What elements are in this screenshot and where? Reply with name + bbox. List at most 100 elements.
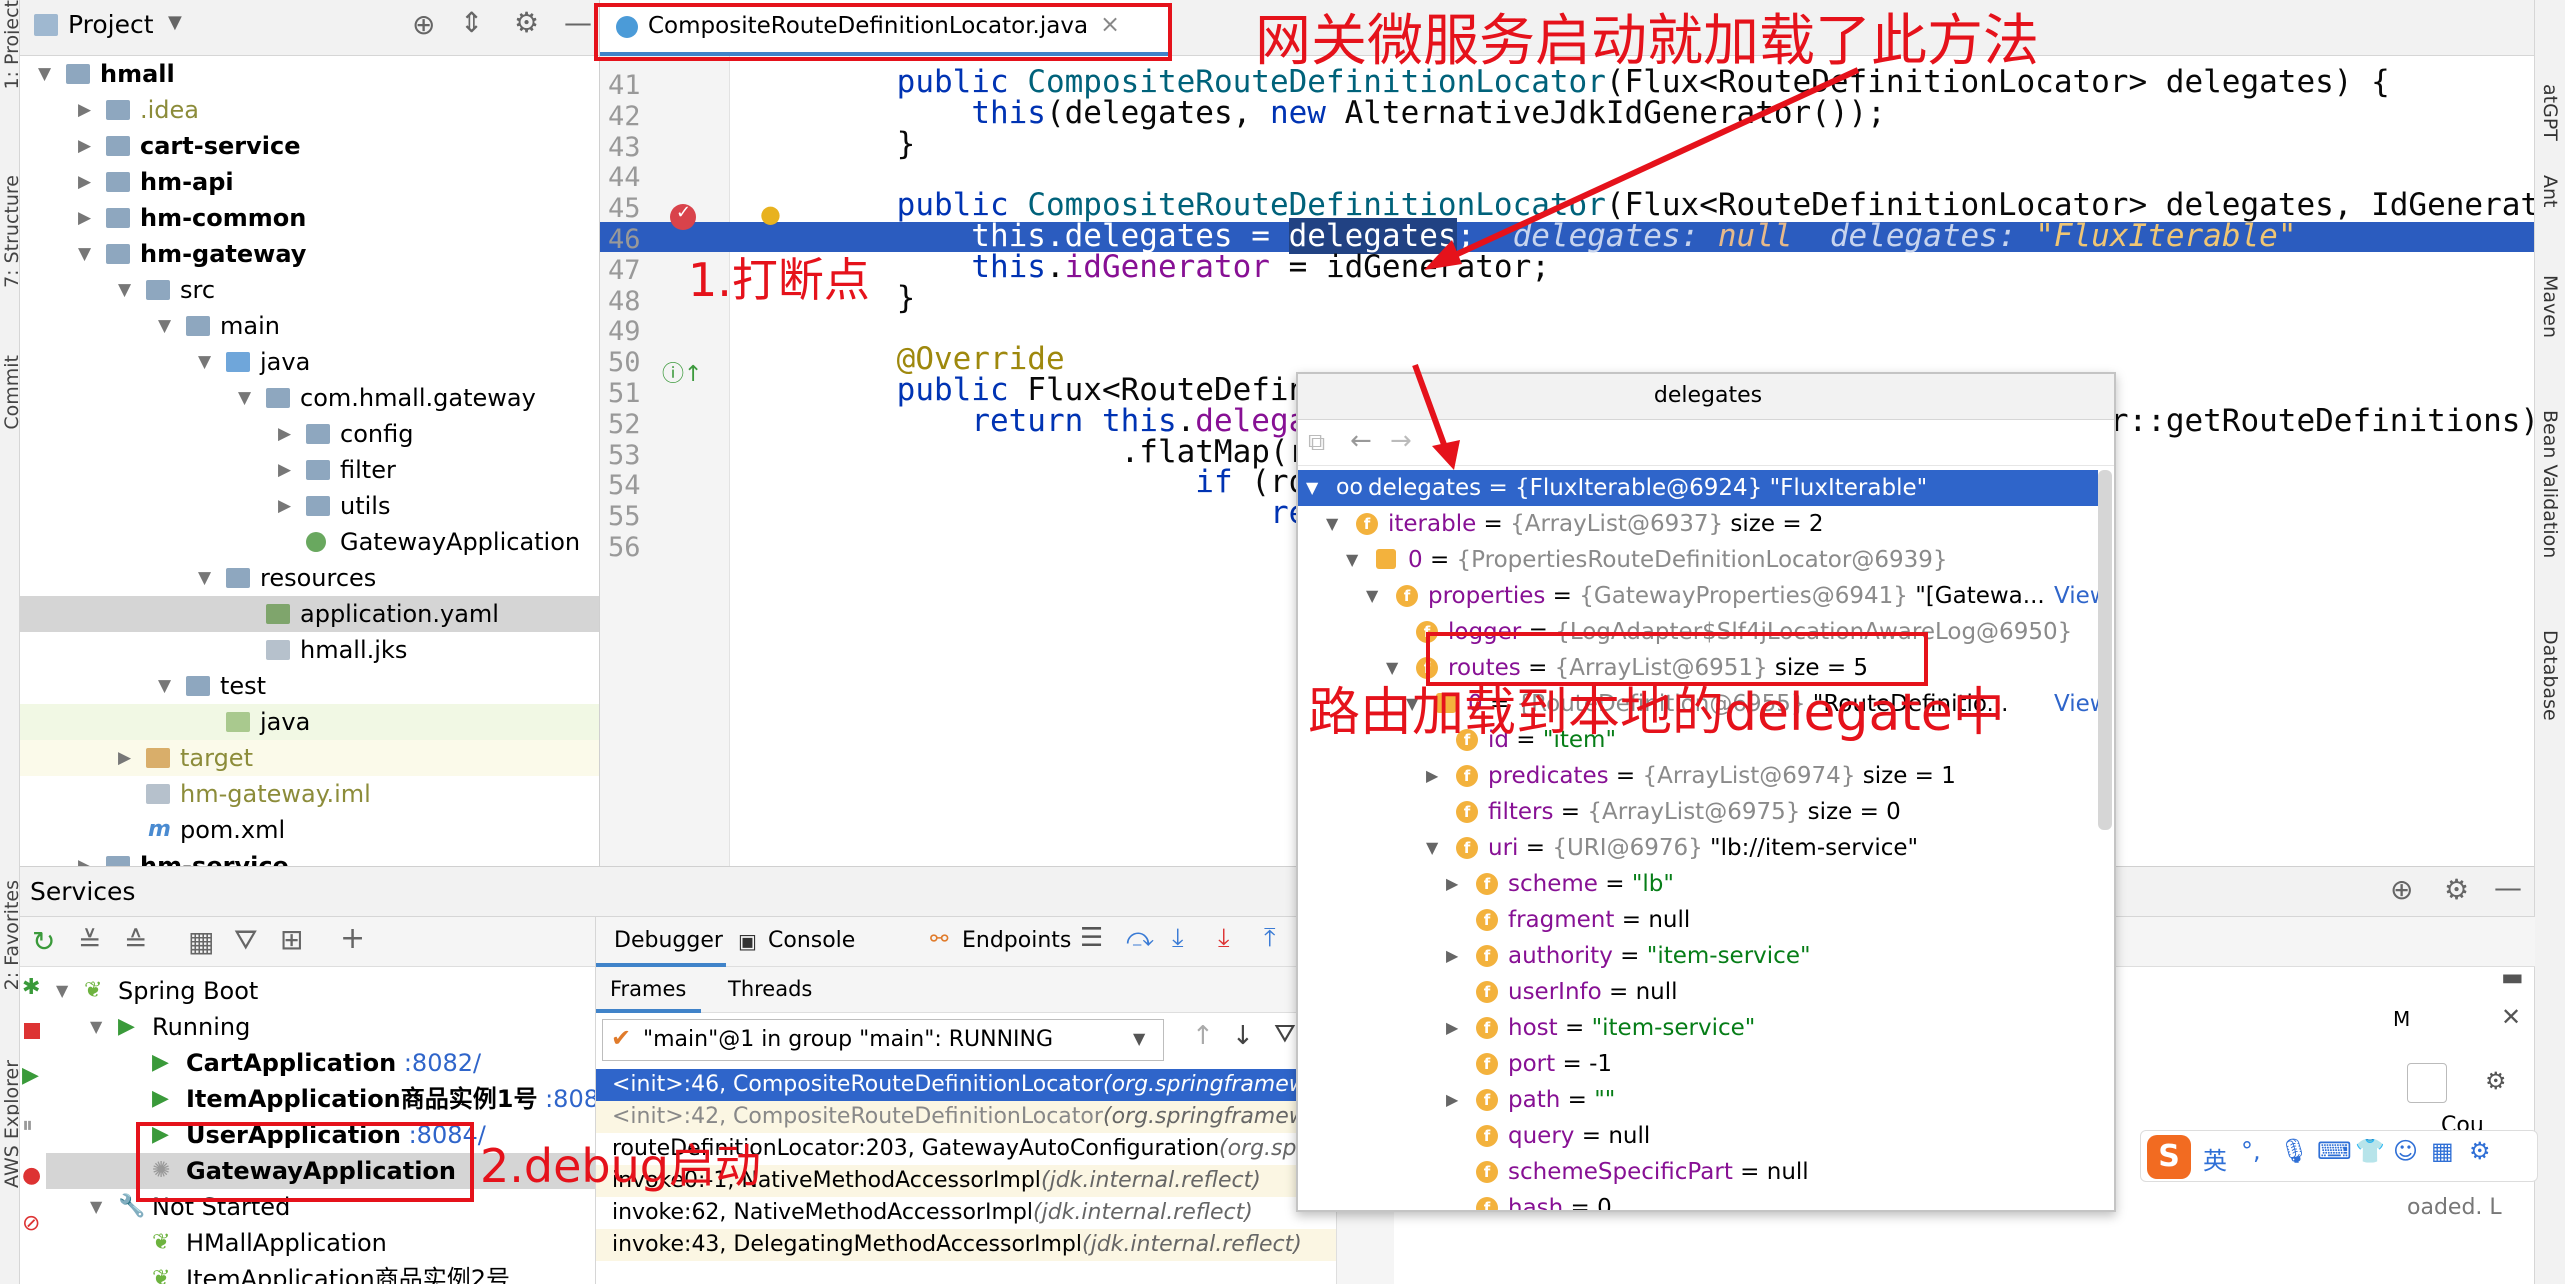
project-tree-item[interactable]: ▼ hmall <box>20 56 599 92</box>
close-icon[interactable]: ✕ <box>2501 1003 2521 1031</box>
service-item[interactable]: ❦ HMallApplication <box>46 1225 595 1261</box>
tab-debugger[interactable]: Debugger <box>596 917 726 967</box>
project-tree-item[interactable]: ▶ hm-service <box>20 848 599 866</box>
project-tree-item[interactable]: java <box>20 703 599 740</box>
variable-row[interactable]: ▼ f iterable = {ArrayList@6937} size = 2 <box>1298 506 2098 542</box>
project-panel-title[interactable]: Project <box>68 10 154 39</box>
tree-toggle-icon[interactable]: ▼ <box>198 560 211 596</box>
navigate-icon[interactable]: ⧉ <box>1308 428 1325 456</box>
project-tool-tab[interactable]: 1: Project <box>1 0 19 90</box>
variable-row[interactable]: f userInfo = null <box>1298 974 2098 1010</box>
right-panel-input[interactable] <box>2407 1063 2447 1103</box>
tree-toggle-icon[interactable]: ▼ <box>1346 542 1358 578</box>
tree-toggle-icon[interactable]: ▶ <box>1446 1082 1458 1118</box>
project-tree-item[interactable]: ▶ filter <box>20 452 599 488</box>
ime-logo-icon[interactable]: S <box>2147 1135 2191 1179</box>
tab-threads[interactable]: Threads <box>728 977 812 1001</box>
new-tab-icon[interactable]: ⊞ <box>280 923 303 956</box>
force-step-into-icon[interactable]: ⤓ <box>1218 923 1230 954</box>
add-icon[interactable]: + <box>340 921 365 956</box>
view-link[interactable]: View <box>2048 577 2098 614</box>
collapse-all-icon[interactable]: ⇕ <box>460 6 483 39</box>
bean-validation-tool-tab[interactable]: Bean Validation <box>2539 410 2561 558</box>
override-icon[interactable]: ⓘ↑ <box>662 356 702 388</box>
service-item[interactable]: ❦ ItemApplication商品实例2号 <box>46 1261 595 1284</box>
project-tree-item[interactable]: hmall.jks <box>20 632 599 668</box>
layout-icon[interactable]: ▬ <box>2501 963 2524 991</box>
tree-toggle-icon[interactable]: ▼ <box>158 668 171 704</box>
service-item[interactable]: ▶ CartApplication :8082/ <box>46 1045 595 1081</box>
service-item[interactable]: ▼ ❦ Spring Boot <box>46 973 595 1009</box>
settings-icon[interactable]: ⚙ <box>2469 1137 2491 1165</box>
tree-toggle-icon[interactable]: ▶ <box>78 848 91 866</box>
group-icon[interactable]: ▦ <box>188 925 214 958</box>
tree-toggle-icon[interactable]: ▼ <box>90 1189 102 1225</box>
variable-row[interactable]: ▶ f host = "item-service" <box>1298 1010 2098 1046</box>
aws-explorer-tool-tab[interactable]: AWS Explorer <box>1 1060 19 1188</box>
tree-toggle-icon[interactable]: ▶ <box>1426 758 1438 794</box>
thread-selector[interactable]: ✔ "main"@1 in group "main": RUNNING ▼ <box>602 1019 1164 1061</box>
project-tree-item[interactable]: ▶ .idea <box>20 92 599 128</box>
expand-all-icon[interactable]: ≚ <box>78 925 101 958</box>
tree-toggle-icon[interactable]: ▶ <box>1446 1010 1458 1046</box>
variable-row[interactable]: ▶ f predicates = {ArrayList@6974} size = 1 <box>1298 758 2098 794</box>
variable-row[interactable]: ▶ f scheme = "lb" <box>1298 866 2098 902</box>
rerun-icon[interactable]: ↻ <box>32 925 55 958</box>
variable-row[interactable]: f filters = {ArrayList@6975} size = 0 <box>1298 794 2098 830</box>
ant-tool-tab[interactable]: Ant <box>2539 175 2561 208</box>
ime-language-toggle[interactable]: 英 <box>2203 1141 2227 1176</box>
keyboard-icon[interactable]: ⌨ <box>2317 1137 2352 1165</box>
step-out-icon[interactable]: ⤒ <box>1264 923 1276 954</box>
structure-tool-tab[interactable]: 7: Structure <box>1 175 19 288</box>
project-tree-item[interactable]: ▼ resources <box>20 560 599 596</box>
gear-icon[interactable]: ⚙ <box>2485 1067 2507 1095</box>
gear-icon[interactable]: ⚙ <box>514 6 539 39</box>
tree-toggle-icon[interactable]: ▶ <box>1446 866 1458 902</box>
tree-toggle-icon[interactable]: ▶ <box>78 164 91 200</box>
popup-scrollbar[interactable] <box>2098 470 2112 830</box>
project-tree-item[interactable]: m pom.xml <box>20 812 599 848</box>
lightbulb-icon[interactable]: ● <box>760 200 781 228</box>
tree-toggle-icon[interactable]: ▶ <box>78 128 91 164</box>
project-tree-item[interactable]: ▼ hm-gateway <box>20 236 599 272</box>
minimize-icon[interactable]: — <box>2494 871 2522 904</box>
project-tree-item[interactable]: ▶ config <box>20 416 599 452</box>
project-tree-item[interactable]: ▶ hm-api <box>20 164 599 200</box>
variable-row[interactable]: ▼ f uri = {URI@6976} "lb://item-service" <box>1298 830 2098 866</box>
tree-toggle-icon[interactable]: ▶ <box>278 488 291 524</box>
project-tree-item[interactable]: ▼ test <box>20 668 599 704</box>
tree-toggle-icon[interactable]: ▶ <box>78 200 91 236</box>
tree-toggle-icon[interactable]: ▶ <box>1446 938 1458 974</box>
stack-frame[interactable]: invoke:43, DelegatingMethodAccessorImpl … <box>596 1229 1336 1261</box>
tab-frames[interactable]: Frames <box>596 967 701 1013</box>
project-tree-item[interactable]: ▶ hm-common <box>20 200 599 236</box>
favorites-tool-tab[interactable]: 2: Favorites <box>1 880 19 990</box>
tree-toggle-icon[interactable]: ▶ <box>78 92 91 128</box>
project-tree-item[interactable]: application.yaml <box>20 595 599 632</box>
tree-toggle-icon[interactable]: ▶ <box>278 416 291 452</box>
tree-toggle-icon[interactable]: ▼ <box>38 56 51 92</box>
variable-row[interactable]: f query = null <box>1298 1118 2098 1154</box>
skin-icon[interactable]: 👕 <box>2355 1137 2385 1165</box>
variable-row[interactable]: ▼ oo delegates = {FluxIterable@6924} "Flux… <box>1298 470 2098 506</box>
apps-icon[interactable]: ▦ <box>2431 1137 2454 1165</box>
variable-row[interactable]: f hash = 0 <box>1298 1190 2098 1210</box>
tree-toggle-icon[interactable]: ▶ <box>278 452 291 488</box>
minimize-icon[interactable]: — <box>564 6 592 39</box>
variable-row[interactable]: f schemeSpecificPart = null <box>1298 1154 2098 1190</box>
variable-row[interactable]: ▶ f authority = "item-service" <box>1298 938 2098 974</box>
filter-icon[interactable]: ⛛ <box>1274 1019 1296 1050</box>
view-link[interactable]: View <box>2048 685 2098 722</box>
variable-row[interactable]: f fragment = null <box>1298 902 2098 938</box>
database-tool-tab[interactable]: Database <box>2539 630 2561 721</box>
tab-endpoints[interactable]: Endpoints <box>962 928 1071 953</box>
tree-toggle-icon[interactable]: ▼ <box>1366 578 1378 614</box>
globe-icon[interactable]: ⊕ <box>2390 873 2413 906</box>
step-over-icon[interactable]: ⤼ <box>1126 923 1154 954</box>
chevron-down-icon[interactable]: ▼ <box>168 12 182 33</box>
tree-toggle-icon[interactable]: ▼ <box>78 236 91 272</box>
tree-toggle-icon[interactable]: ▼ <box>1326 506 1338 542</box>
project-tree-item[interactable]: ▼ src <box>20 272 599 308</box>
tree-toggle-icon[interactable]: ▼ <box>90 1009 102 1045</box>
atgpt-tool-tab[interactable]: atGPT <box>2539 84 2561 141</box>
